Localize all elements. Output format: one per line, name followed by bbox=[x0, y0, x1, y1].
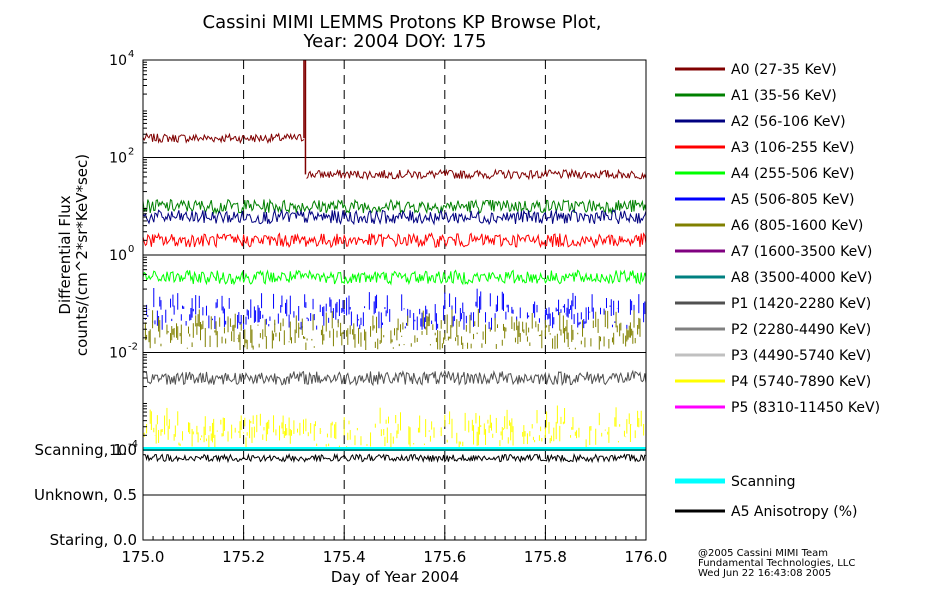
legend-label: A0 (27-35 KeV) bbox=[731, 62, 837, 78]
legend-label: A8 (3500-4000 KeV) bbox=[731, 270, 872, 286]
grid-lines bbox=[143, 60, 646, 540]
x-axis-label: Day of Year 2004 bbox=[331, 568, 459, 586]
footer-timestamp: Wed Jun 22 16:43:08 2005 bbox=[698, 568, 831, 579]
y-axis-label-line1: Differential Flux bbox=[56, 195, 74, 314]
y-tick-label: 10 bbox=[109, 53, 127, 69]
browse-plot: 175.0 175.2 175.4 175.6 175.8 176.010 410 210 01… bbox=[34, 12, 880, 586]
x-tick-label: 176.0 bbox=[625, 548, 668, 566]
plot-frames bbox=[142, 59, 647, 541]
x-tick-label: 175.4 bbox=[323, 548, 366, 566]
x-tick-label: 175.8 bbox=[524, 548, 567, 566]
series-line bbox=[142, 232, 647, 249]
y-tick-exponent: 4 bbox=[128, 49, 134, 60]
series-line bbox=[142, 269, 647, 286]
series-line bbox=[142, 198, 647, 215]
y-tick-exponent: -2 bbox=[128, 342, 138, 353]
legend-label: Scanning bbox=[731, 474, 796, 490]
legend-label: P4 (5740-7890 KeV) bbox=[731, 374, 871, 390]
series-line bbox=[142, 369, 647, 387]
series-line bbox=[306, 168, 647, 181]
lower-tick-label: Scanning, 1.0 bbox=[34, 441, 137, 459]
legend-label: A5 Anisotropy (%) bbox=[731, 504, 858, 520]
y-tick-exponent: 0 bbox=[128, 244, 134, 255]
legend-label: A7 (1600-3500 KeV) bbox=[731, 244, 872, 260]
legend-label: P5 (8310-11450 KeV) bbox=[731, 400, 880, 416]
legend-label: A5 (506-805 KeV) bbox=[731, 192, 854, 208]
x-tick-label: 175.6 bbox=[423, 548, 466, 566]
y-tick-label: 10 bbox=[109, 248, 127, 264]
legend-label: A3 (106-255 KeV) bbox=[731, 140, 854, 156]
legend-label: A6 (805-1600 KeV) bbox=[731, 218, 863, 234]
legend-label: A2 (56-106 KeV) bbox=[731, 114, 846, 130]
chart-title-line2: Year: 2004 DOY: 175 bbox=[303, 31, 487, 52]
y-tick-label: 10 bbox=[109, 151, 127, 167]
series-line bbox=[142, 132, 305, 145]
x-tick-label: 175.2 bbox=[222, 548, 265, 566]
legend-label: P2 (2280-4490 KeV) bbox=[731, 322, 871, 338]
anisotropy-line bbox=[142, 452, 647, 464]
legend-label: A4 (255-506 KeV) bbox=[731, 166, 854, 182]
legend-label: A1 (35-56 KeV) bbox=[731, 88, 837, 104]
x-tick-label: 175.0 bbox=[122, 548, 165, 566]
legend-label: P1 (1420-2280 KeV) bbox=[731, 296, 871, 312]
lower-tick-label: Unknown, 0.5 bbox=[34, 486, 137, 504]
y-tick-label: 10 bbox=[109, 346, 127, 362]
legend: A0 (27-35 KeV) A1 (35-56 KeV) A2 (56-106 K… bbox=[675, 62, 880, 520]
y-axis-label-line2: counts/(cm^2*sr*KeV*sec) bbox=[73, 154, 91, 356]
axes: 175.0 175.2 175.4 175.6 175.8 176.010 410 210 01… bbox=[34, 49, 668, 566]
y-tick-exponent: 2 bbox=[128, 147, 134, 158]
legend-label: P3 (4490-5740 KeV) bbox=[731, 348, 871, 364]
chart-title-line1: Cassini MIMI LEMMS Protons KP Browse Plo… bbox=[203, 12, 602, 33]
lower-tick-label: Staring, 0.0 bbox=[50, 531, 137, 549]
series-lines bbox=[142, 60, 647, 464]
